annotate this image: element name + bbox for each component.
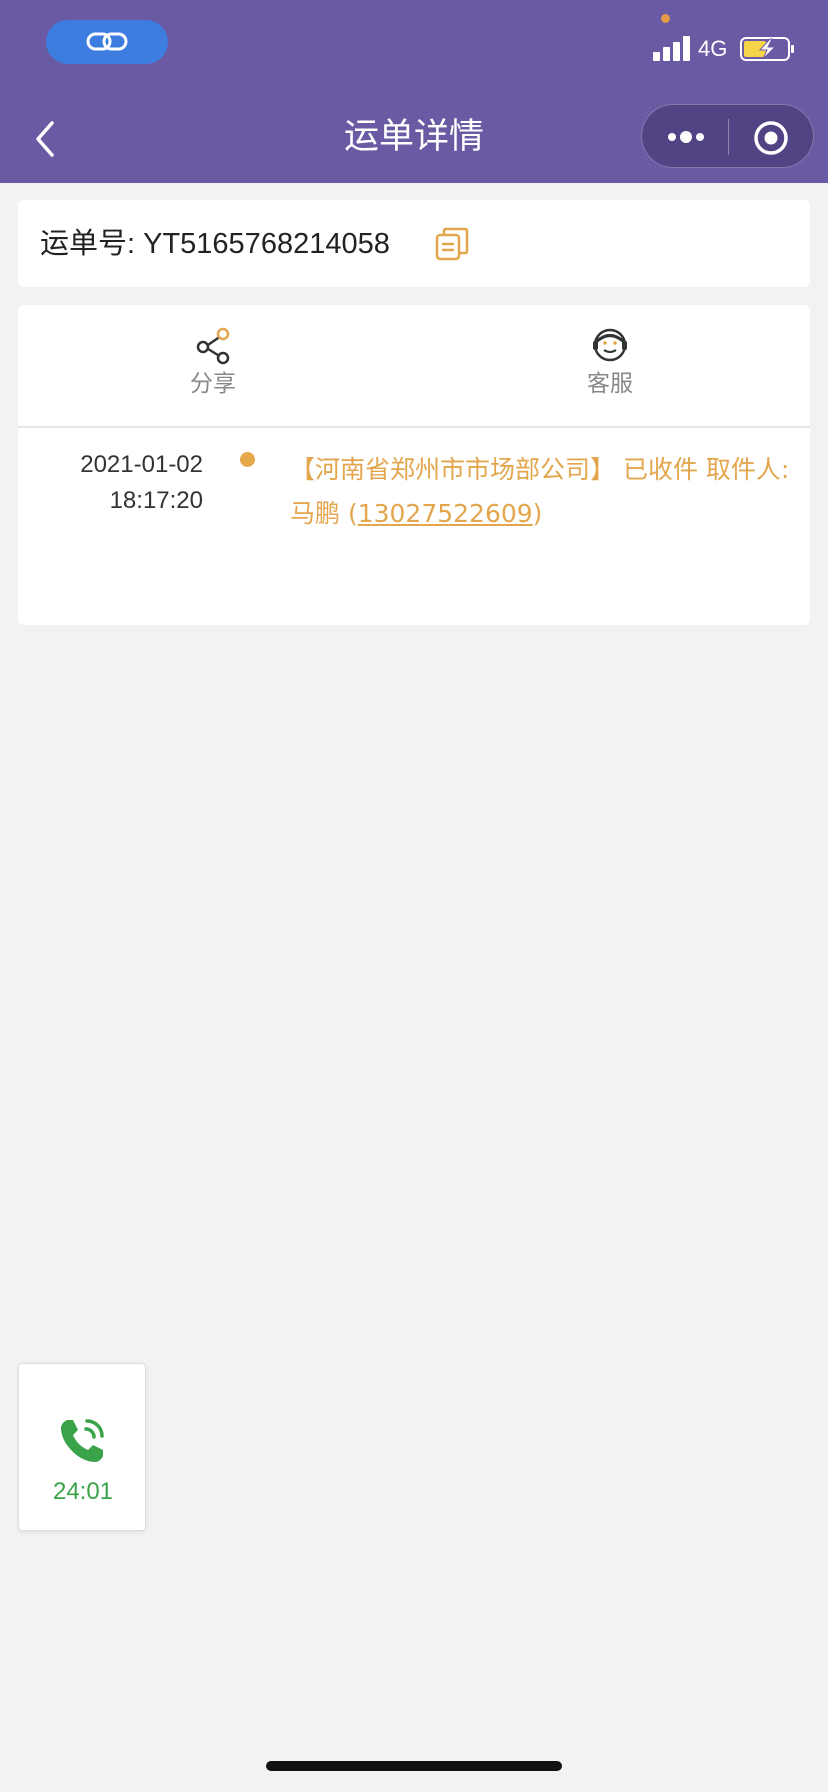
customer-service-button[interactable]: 客服: [530, 325, 690, 399]
target-icon[interactable]: [752, 119, 790, 157]
waybill-number: 运单号: YT5165768214058: [40, 228, 390, 260]
phone-ringing-icon: [61, 1419, 104, 1462]
timeline-event-text: 【河南省郑州市市场部公司】 已收件 取件人: 马鹏 (13027522609): [290, 448, 800, 536]
share-label: 分享: [190, 371, 236, 397]
tracking-detail-card: 分享 客服 2021-01-02 18:17:20 【河南省郑州市市场部公司】 …: [18, 305, 810, 625]
link-status-pill[interactable]: [46, 20, 168, 64]
timeline-date: 2021-01-02: [80, 451, 203, 478]
courier-phone-link[interactable]: 13027522609: [358, 499, 533, 528]
divider: [18, 426, 810, 428]
call-floating-widget[interactable]: 24:01: [18, 1363, 146, 1531]
signal-icon: [653, 36, 691, 61]
more-dots-icon[interactable]: [662, 123, 710, 151]
recording-indicator-dot: [661, 14, 670, 23]
share-icon: [196, 327, 230, 365]
share-button[interactable]: 分享: [133, 325, 293, 399]
call-duration: 24:01: [52, 1478, 114, 1505]
network-type: 4G: [698, 36, 728, 61]
mini-program-capsule: [641, 104, 814, 168]
copy-icon[interactable]: [434, 226, 470, 262]
capsule-divider: [728, 119, 729, 155]
timeline-datetime: 2021-01-02 18:17:20: [38, 447, 203, 519]
app-header: 4G 运单详情: [0, 0, 828, 183]
timeline-time: 18:17:20: [109, 487, 203, 514]
timeline-dot: [240, 452, 255, 467]
link-icon: [86, 32, 128, 51]
battery-charging-icon: [740, 37, 794, 61]
timeline-event-suffix: ): [532, 499, 543, 528]
waybill-card: 运单号: YT5165768214058: [18, 200, 810, 287]
home-indicator[interactable]: [266, 1761, 562, 1771]
customer-service-label: 客服: [587, 371, 633, 397]
customer-service-icon: [593, 328, 627, 362]
